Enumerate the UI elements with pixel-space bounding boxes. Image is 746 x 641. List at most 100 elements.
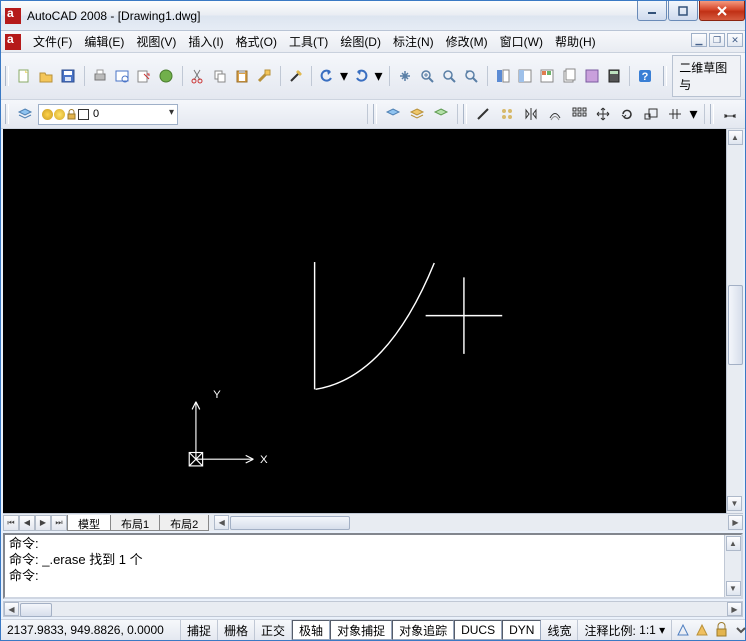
scroll-track[interactable]: [19, 602, 727, 616]
help-button[interactable]: ?: [635, 65, 655, 87]
menu-window[interactable]: 窗口(W): [494, 31, 549, 52]
toggle-snap[interactable]: 捕捉: [181, 620, 218, 640]
annovis-icon[interactable]: [694, 621, 711, 638]
layer-combo[interactable]: 0: [38, 104, 178, 125]
canvas-scrollbar-v[interactable]: ▲ ▼: [726, 129, 743, 513]
toolpalettes-button[interactable]: [537, 65, 557, 87]
scroll-thumb[interactable]: [728, 285, 743, 365]
pan-button[interactable]: [395, 65, 415, 87]
move-button[interactable]: [592, 103, 614, 125]
cut-button[interactable]: [188, 65, 208, 87]
offset-button[interactable]: [544, 103, 566, 125]
mdi-close[interactable]: ✕: [727, 33, 743, 47]
menu-view[interactable]: 视图(V): [130, 31, 182, 52]
menu-dim[interactable]: 标注(N): [387, 31, 440, 52]
command-scrollbar-v[interactable]: ▲ ▼: [724, 535, 741, 597]
coords-readout[interactable]: 2137.9833, 949.8826, 0.0000: [1, 620, 181, 640]
toolbar-grip[interactable]: [710, 104, 714, 124]
annoscale-icon[interactable]: [675, 621, 692, 638]
open-button[interactable]: [36, 65, 56, 87]
menu-help[interactable]: 帮助(H): [549, 31, 602, 52]
dimension-button[interactable]: [719, 103, 741, 125]
markup-button[interactable]: [582, 65, 602, 87]
zoom-realtime-button[interactable]: [417, 65, 437, 87]
tab-layout2[interactable]: 布局2: [159, 515, 209, 531]
tab-nav-last[interactable]: ⏭: [51, 515, 67, 531]
tab-model[interactable]: 模型: [67, 515, 111, 531]
mirror-button[interactable]: [520, 103, 542, 125]
undo-dropdown[interactable]: ▾: [339, 65, 349, 87]
toggle-grid[interactable]: 栅格: [218, 620, 255, 640]
properties-button[interactable]: [492, 65, 512, 87]
trim-dropdown[interactable]: ▾: [688, 103, 699, 125]
toolbar-grip[interactable]: [663, 66, 667, 86]
undo-button[interactable]: [317, 65, 337, 87]
minimize-button[interactable]: [637, 1, 667, 21]
print-button[interactable]: [90, 65, 110, 87]
rotate-button[interactable]: [616, 103, 638, 125]
publish-button[interactable]: [134, 65, 154, 87]
close-button[interactable]: [699, 1, 745, 21]
toggle-ortho[interactable]: 正交: [255, 620, 292, 640]
scroll-down-button[interactable]: ▼: [727, 496, 742, 511]
canvas-scrollbar-h[interactable]: ◀ ▶: [214, 515, 743, 531]
matchprops-button[interactable]: [254, 65, 274, 87]
menu-modify[interactable]: 修改(M): [440, 31, 494, 52]
workspace-label[interactable]: 二维草图与: [672, 55, 741, 97]
layermatch-button[interactable]: [430, 103, 452, 125]
titlebar[interactable]: AutoCAD 2008 - [Drawing1.dwg]: [1, 1, 745, 31]
sheetset-button[interactable]: [559, 65, 579, 87]
paste-button[interactable]: [232, 65, 252, 87]
layer-manager-button[interactable]: [14, 103, 36, 125]
lock-icon[interactable]: [713, 621, 730, 638]
plot-preview-button[interactable]: [112, 65, 132, 87]
new-button[interactable]: [14, 65, 34, 87]
menu-draw[interactable]: 绘图(D): [334, 31, 387, 52]
mdi-minimize[interactable]: ▁: [691, 33, 707, 47]
line-button[interactable]: [472, 103, 494, 125]
blockeditor-button[interactable]: [285, 65, 305, 87]
layerprev-button[interactable]: [406, 103, 428, 125]
toggle-osnap[interactable]: 对象捕捉: [330, 620, 392, 640]
scroll-right-button[interactable]: ▶: [728, 515, 743, 530]
tab-nav-prev[interactable]: ◀: [19, 515, 35, 531]
scroll-up-button[interactable]: ▲: [728, 130, 743, 145]
menu-edit[interactable]: 编辑(E): [78, 31, 130, 52]
maximize-button[interactable]: [668, 1, 698, 21]
tab-nav-next[interactable]: ▶: [35, 515, 51, 531]
scroll-down-button[interactable]: ▼: [726, 581, 741, 596]
save-button[interactable]: [58, 65, 78, 87]
menu-format[interactable]: 格式(O): [230, 31, 283, 52]
menu-insert[interactable]: 插入(I): [182, 31, 229, 52]
tab-layout1[interactable]: 布局1: [110, 515, 160, 531]
copy-button[interactable]: [210, 65, 230, 87]
scroll-left-button[interactable]: ◀: [4, 602, 19, 616]
designcenter-button[interactable]: [515, 65, 535, 87]
command-input-line[interactable]: 命令:: [9, 568, 723, 584]
toggle-lwt[interactable]: 线宽: [541, 620, 578, 640]
mdi-restore[interactable]: ❐: [709, 33, 725, 47]
tray-settings-icon[interactable]: [732, 621, 746, 638]
quickcalc-button[interactable]: [604, 65, 624, 87]
erase-button[interactable]: [496, 103, 518, 125]
command-window[interactable]: 命令: 命令: _.erase 找到 1 个 命令: ▲ ▼: [3, 533, 743, 599]
scroll-left-button[interactable]: ◀: [214, 515, 229, 530]
scroll-up-button[interactable]: ▲: [726, 536, 741, 551]
menu-file[interactable]: 文件(F): [27, 31, 78, 52]
annoscale[interactable]: 注释比例: 1:1 ▾: [578, 620, 672, 640]
command-scrollbar-h[interactable]: ◀ ▶: [3, 601, 743, 617]
toggle-otrack[interactable]: 对象追踪: [392, 620, 454, 640]
menu-tools[interactable]: 工具(T): [283, 31, 334, 52]
toolbar-grip[interactable]: [5, 104, 9, 124]
zoom-window-button[interactable]: [439, 65, 459, 87]
tab-nav-first[interactable]: ⏮: [3, 515, 19, 531]
toolbar-grip[interactable]: [463, 104, 467, 124]
scroll-thumb-h[interactable]: [230, 516, 350, 530]
toolbar-grip[interactable]: [373, 104, 377, 124]
toggle-ducs[interactable]: DUCS: [454, 620, 502, 640]
layeriso-button[interactable]: [382, 103, 404, 125]
scroll-right-button[interactable]: ▶: [727, 602, 742, 616]
scale-button[interactable]: [640, 103, 662, 125]
trim-button[interactable]: [664, 103, 686, 125]
redo-dropdown[interactable]: ▾: [373, 65, 383, 87]
